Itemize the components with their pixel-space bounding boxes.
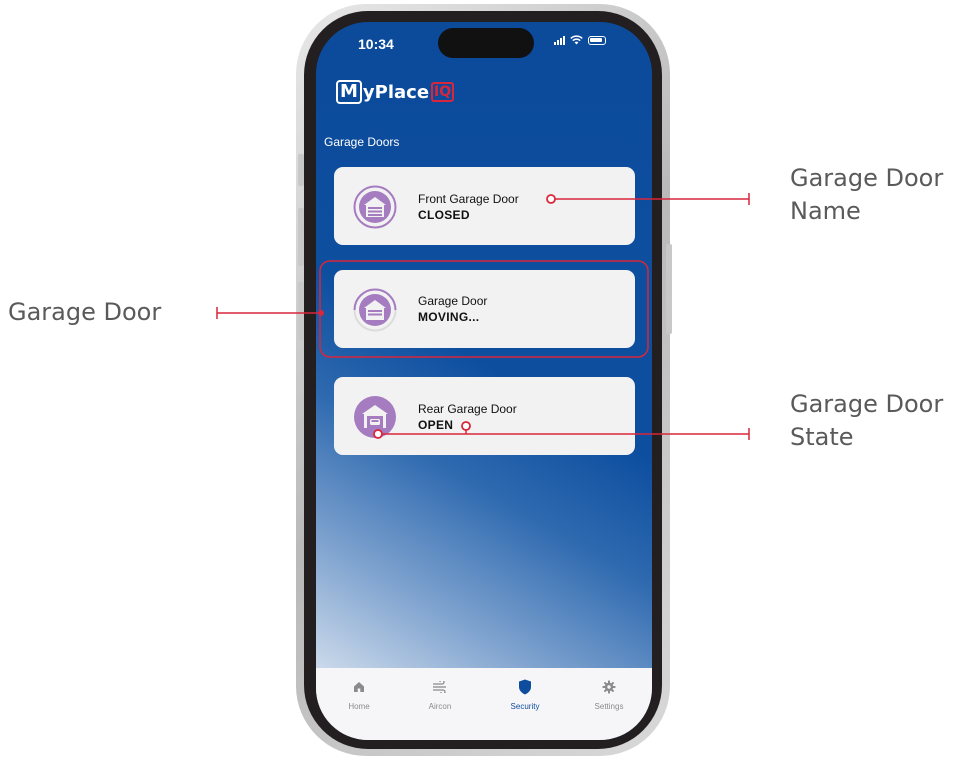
annotation-overlay	[216, 193, 750, 440]
highlight-box	[319, 260, 649, 358]
